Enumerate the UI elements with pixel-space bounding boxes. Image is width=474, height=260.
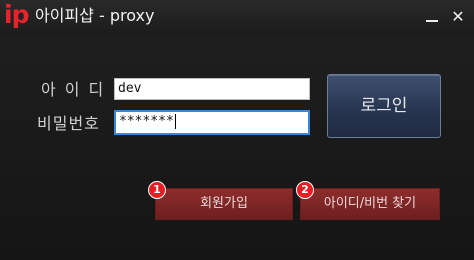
number-badge-2: 2 [296, 181, 314, 199]
login-button[interactable]: 로그인 [327, 74, 441, 138]
title-bar[interactable]: ip 아이피샵 - proxy ✕ [0, 0, 474, 34]
minimize-button[interactable] [421, 6, 443, 28]
password-input-value: ******* [119, 114, 174, 129]
id-label: 아이디 [41, 80, 113, 99]
app-logo: ip [4, 0, 29, 29]
window-title: 아이피샵 - proxy [35, 6, 155, 25]
close-icon: ✕ [451, 7, 465, 26]
text-caret [174, 114, 176, 129]
signup-button[interactable]: 회원가입 [155, 188, 293, 220]
password-input[interactable]: ******* [114, 110, 310, 135]
find-account-button[interactable]: 아이디/비번 찾기 [300, 188, 440, 220]
minimize-icon [426, 20, 438, 22]
find-account-button-label: 아이디/비번 찾기 [323, 196, 417, 211]
close-button[interactable]: ✕ [447, 6, 469, 28]
id-input[interactable]: dev [114, 78, 310, 100]
password-label: 비밀번호 [37, 114, 100, 133]
number-badge-1: 1 [148, 181, 166, 199]
login-button-label: 로그인 [360, 96, 408, 116]
login-window: ip 아이피샵 - proxy ✕ 아이디 비밀번호 dev ******* 로… [0, 0, 474, 260]
id-input-value: dev [118, 81, 142, 96]
signup-button-label: 회원가입 [200, 196, 248, 211]
